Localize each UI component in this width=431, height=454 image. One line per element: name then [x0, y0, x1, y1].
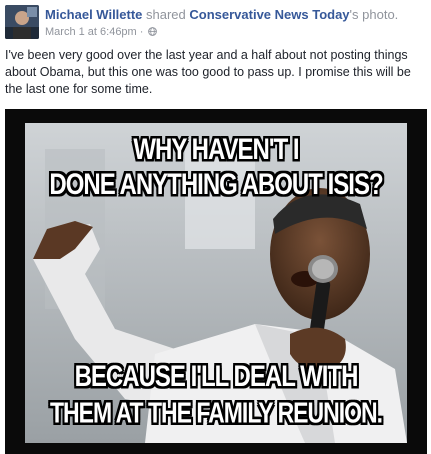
facebook-post: Michael Willette shared Conservative New…	[0, 0, 431, 454]
avatar[interactable]	[5, 5, 39, 39]
meme-bottom-line-2: THEM AT THE FAMILY REUNION.	[49, 396, 383, 429]
author-line: Michael Willette shared Conservative New…	[45, 7, 398, 23]
shared-photo[interactable]: WHY HAVEN'T I DONE ANYTHING ABOUT ISIS? …	[5, 109, 427, 454]
photo-suffix: 's photo.	[349, 7, 399, 22]
post-meta: March 1 at 6:46pm ·	[45, 25, 157, 39]
meme-bottom-line-1: BECAUSE I'LL DEAL WITH	[74, 359, 359, 394]
author-name-link[interactable]: Michael Willette	[45, 7, 142, 22]
source-page-link[interactable]: Conservative News Today	[189, 7, 349, 22]
meme-top-line-1: WHY HAVEN'T I	[133, 132, 299, 167]
meme-top-line-2: DONE ANYTHING ABOUT ISIS?	[49, 167, 383, 202]
timestamp-link[interactable]: March 1 at 6:46pm	[45, 26, 137, 38]
post-body-text: I've been very good over the last year a…	[5, 48, 411, 96]
meta-separator: ·	[136, 26, 147, 38]
post-header: Michael Willette shared Conservative New…	[5, 5, 426, 41]
shared-text: shared	[142, 7, 190, 22]
globe-icon[interactable]	[147, 26, 157, 36]
